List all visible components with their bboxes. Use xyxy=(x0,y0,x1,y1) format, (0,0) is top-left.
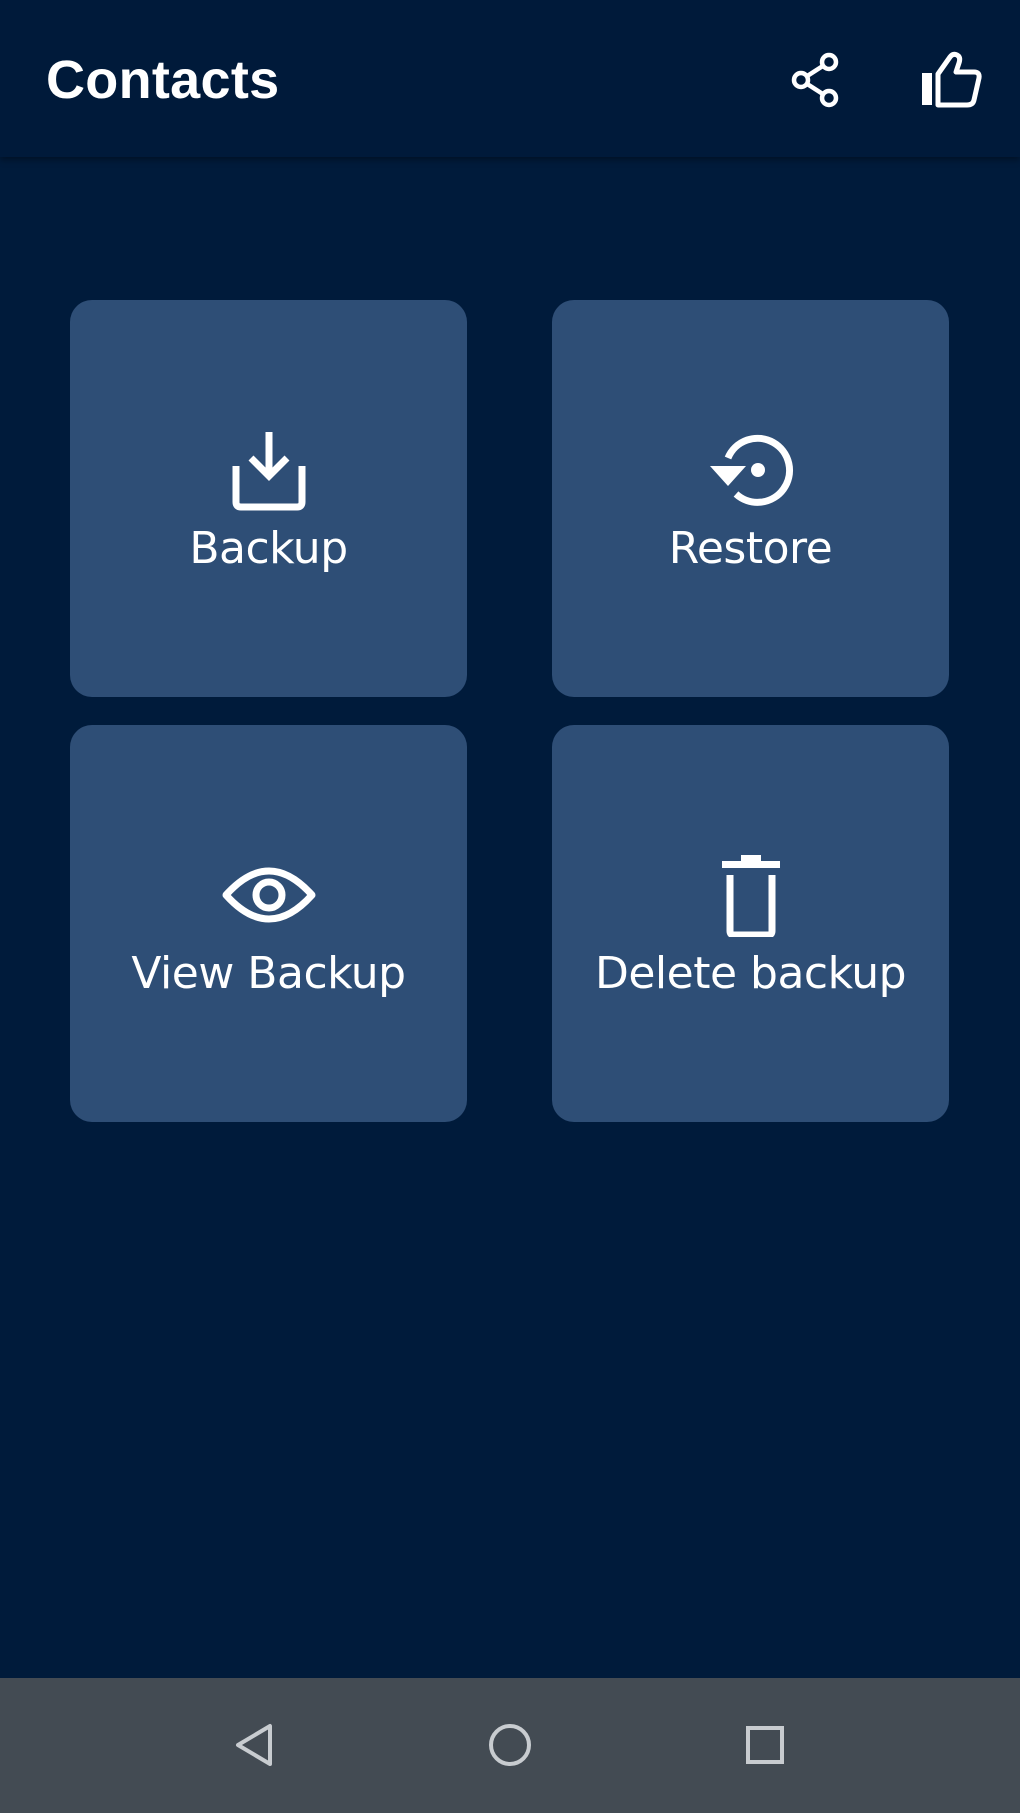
home-circle-icon xyxy=(489,1724,531,1766)
nav-recents-button[interactable] xyxy=(725,1705,805,1785)
back-triangle-icon xyxy=(236,1724,272,1766)
view-backup-label: View Backup xyxy=(131,948,406,999)
share-button[interactable] xyxy=(776,40,856,120)
download-tray-icon xyxy=(232,432,305,511)
nav-home-button[interactable] xyxy=(470,1705,550,1785)
backup-tile[interactable]: Backup xyxy=(70,300,467,697)
page-title: Contacts xyxy=(46,50,280,110)
screen: Contacts Backup Restore View Backup Dele… xyxy=(0,0,1020,1813)
restore-tile[interactable]: Restore xyxy=(552,300,949,697)
share-icon xyxy=(791,52,839,108)
trash-icon xyxy=(721,855,780,937)
system-nav-bar xyxy=(0,1678,1020,1813)
app-bar: Contacts xyxy=(0,0,1020,157)
delete-backup-tile[interactable]: Delete backup xyxy=(552,725,949,1122)
nav-back-button[interactable] xyxy=(215,1705,295,1785)
thumbs-up-icon xyxy=(922,51,982,108)
eye-icon xyxy=(222,867,315,923)
view-backup-tile[interactable]: View Backup xyxy=(70,725,467,1122)
restore-label: Restore xyxy=(668,523,833,574)
recents-square-icon xyxy=(746,1726,784,1764)
backup-label: Backup xyxy=(189,523,348,574)
restore-history-icon xyxy=(709,434,793,506)
delete-backup-label: Delete backup xyxy=(594,948,907,999)
like-button[interactable] xyxy=(911,40,991,120)
